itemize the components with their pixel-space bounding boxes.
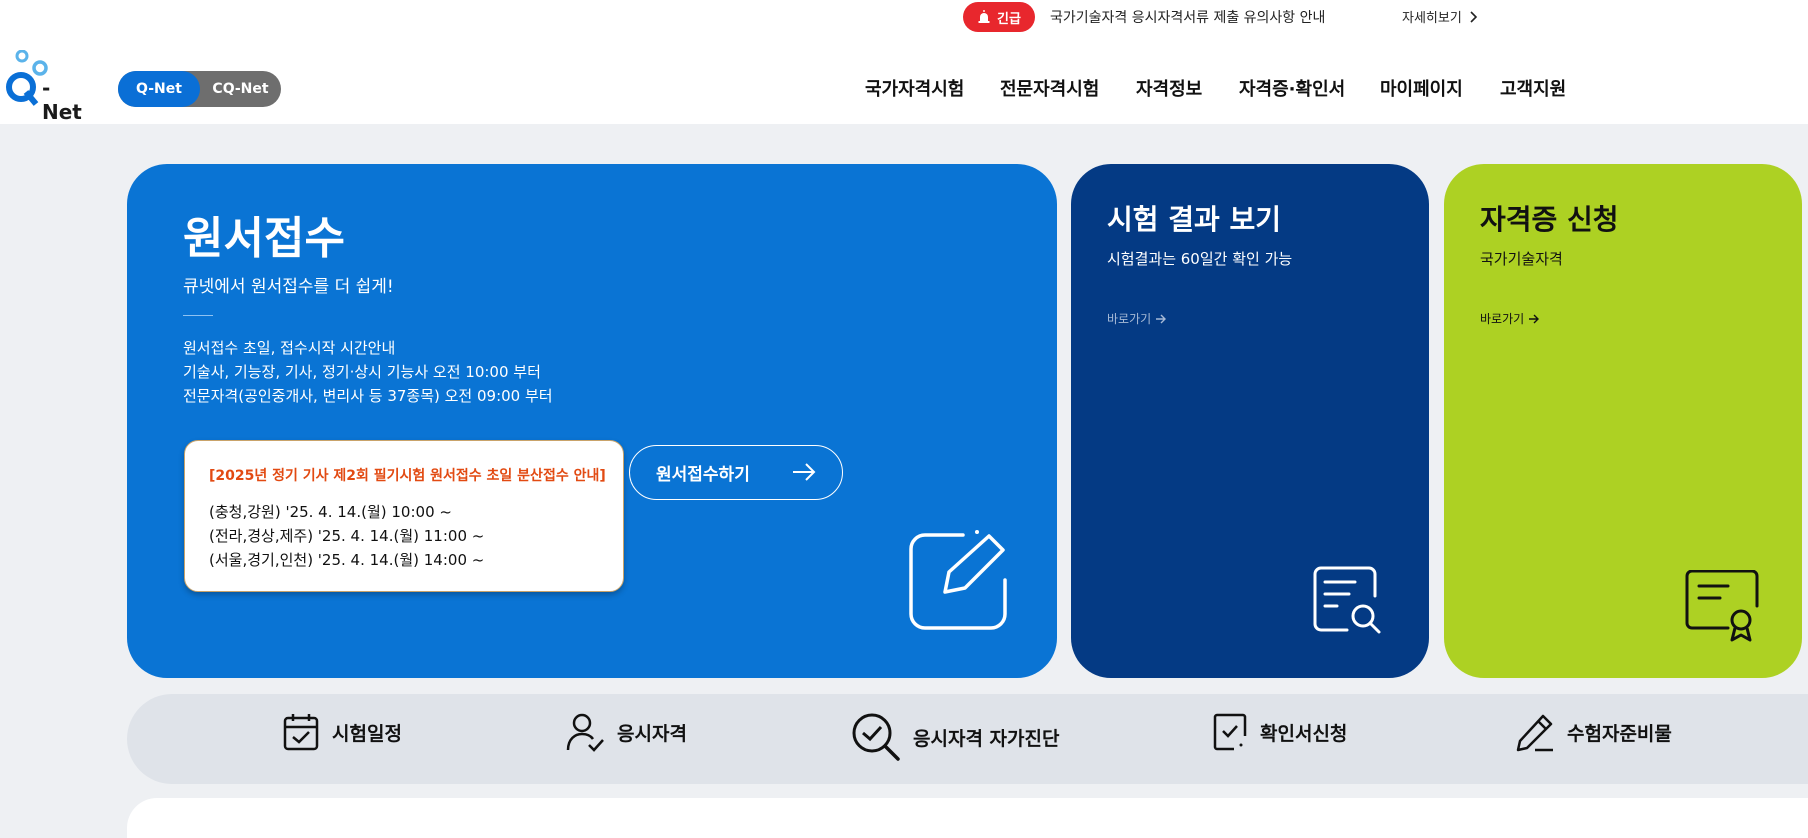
divider bbox=[183, 315, 213, 316]
quick-exam-supplies[interactable]: 수험자준비물 bbox=[1515, 712, 1672, 752]
application-title: 원서접수 bbox=[183, 213, 345, 264]
alert-more-link[interactable]: 자세히보기 bbox=[1402, 7, 1478, 26]
notice-line: (충청,강원) '25. 4. 14.(월) 10:00 ~ bbox=[209, 503, 452, 521]
pencil-icon bbox=[1516, 714, 1553, 752]
result-title: 시험 결과 보기 bbox=[1107, 203, 1282, 236]
notice-title: [2025년 정기 기사 제2회 필기시험 원서접수 초일 분산접수 안내] bbox=[209, 468, 606, 484]
chevron-right-icon bbox=[1470, 10, 1477, 23]
application-info: 원서접수 초일, 접수시작 시간안내 기술사, 기능장, 기사, 정기·상시 기… bbox=[183, 336, 553, 408]
document-search-icon bbox=[1313, 566, 1381, 634]
user-check-icon bbox=[566, 713, 604, 752]
nav-national-exam[interactable]: 국가자격시험 bbox=[865, 75, 964, 101]
application-subtitle: 큐넷에서 원서접수를 더 쉽게! bbox=[183, 277, 394, 297]
notice-line: (전라,경상,제주) '25. 4. 14.(월) 11:00 ~ bbox=[209, 527, 485, 545]
apply-button-label: 원서접수하기 bbox=[656, 465, 750, 485]
search-check-icon bbox=[852, 713, 900, 761]
quick-label: 응시자격 자가진단 bbox=[913, 727, 1060, 750]
alert-badge[interactable]: 긴급 bbox=[963, 2, 1035, 32]
alert-text[interactable]: 국가기술자격 응시자격서류 제출 유의사항 안내 bbox=[1050, 7, 1325, 27]
alert-more-label: 자세히보기 bbox=[1402, 11, 1462, 26]
info-line: 기술사, 기능장, 기사, 정기·상시 기능사 오전 10:00 부터 bbox=[183, 363, 541, 381]
quick-exam-schedule[interactable]: 시험일정 bbox=[282, 712, 402, 752]
quick-label: 수험자준비물 bbox=[1567, 722, 1672, 745]
license-link[interactable]: 바로가기 bbox=[1480, 310, 1540, 327]
quick-label: 응시자격 bbox=[617, 722, 687, 745]
siren-icon bbox=[978, 10, 990, 23]
edit-icon bbox=[909, 530, 1007, 630]
result-subtitle: 시험결과는 60일간 확인 가능 bbox=[1107, 250, 1293, 268]
arrow-right-icon bbox=[793, 463, 816, 481]
site-switch[interactable]: Q-Net CQ-Net bbox=[118, 71, 281, 107]
notice-box[interactable]: [2025년 정기 기사 제2회 필기시험 원서접수 초일 분산접수 안내] (… bbox=[184, 440, 624, 592]
site-switch-cqnet[interactable]: CQ-Net bbox=[200, 71, 281, 107]
result-card[interactable]: 시험 결과 보기 시험결과는 60일간 확인 가능 바로가기 bbox=[1071, 164, 1429, 678]
quick-certificate-request[interactable]: 확인서신청 bbox=[1212, 712, 1347, 752]
apply-button[interactable]: 원서접수하기 bbox=[629, 445, 843, 500]
qnet-logo[interactable]: - Net bbox=[4, 49, 94, 124]
header: 긴급 국가기술자격 응시자격서류 제출 유의사항 안내 자세히보기 - Net … bbox=[0, 0, 1808, 124]
result-link-label: 바로가기 bbox=[1107, 312, 1152, 326]
quick-menu: 시험일정 응시자격 응시자격 자가진단 확인서신청 수험자준비물 bbox=[127, 694, 1808, 784]
license-link-label: 바로가기 bbox=[1480, 312, 1525, 326]
nav-mypage[interactable]: 마이페이지 bbox=[1380, 75, 1463, 101]
arrow-right-icon bbox=[1529, 314, 1540, 323]
quick-label: 확인서신청 bbox=[1260, 722, 1348, 745]
quick-eligibility[interactable]: 응시자격 bbox=[565, 712, 687, 752]
notice-line: (서울,경기,인천) '25. 4. 14.(월) 14:00 ~ bbox=[209, 551, 485, 569]
document-check-icon bbox=[1213, 713, 1247, 751]
info-line: 원서접수 초일, 접수시작 시간안내 bbox=[183, 339, 396, 357]
arrow-right-icon bbox=[1156, 314, 1167, 323]
nav-qualification-info[interactable]: 자격정보 bbox=[1136, 75, 1202, 101]
certificate-icon bbox=[1685, 570, 1759, 642]
result-link[interactable]: 바로가기 bbox=[1107, 310, 1167, 327]
calendar-check-icon bbox=[283, 714, 319, 751]
alert-badge-label: 긴급 bbox=[997, 11, 1021, 27]
logo-text: - Net bbox=[42, 76, 82, 124]
quick-self-check[interactable]: 응시자격 자가진단 bbox=[851, 712, 1059, 762]
application-card: 원서접수 큐넷에서 원서접수를 더 쉽게! 원서접수 초일, 접수시작 시간안내… bbox=[127, 164, 1057, 678]
site-switch-qnet[interactable]: Q-Net bbox=[118, 71, 200, 107]
license-subtitle: 국가기술자격 bbox=[1480, 250, 1563, 268]
nav-support[interactable]: 고객지원 bbox=[1500, 75, 1566, 101]
license-title: 자격증 신청 bbox=[1480, 203, 1619, 236]
info-line: 전문자격(공인중개사, 변리사 등 37종목) 오전 09:00 부터 bbox=[183, 387, 553, 405]
license-card[interactable]: 자격증 신청 국가기술자격 바로가기 bbox=[1444, 164, 1802, 678]
bottom-panel bbox=[127, 798, 1808, 838]
nav-certificates[interactable]: 자격증·확인서 bbox=[1239, 75, 1345, 101]
nav-professional-exam[interactable]: 전문자격시험 bbox=[1000, 75, 1099, 101]
quick-label: 시험일정 bbox=[332, 722, 402, 745]
